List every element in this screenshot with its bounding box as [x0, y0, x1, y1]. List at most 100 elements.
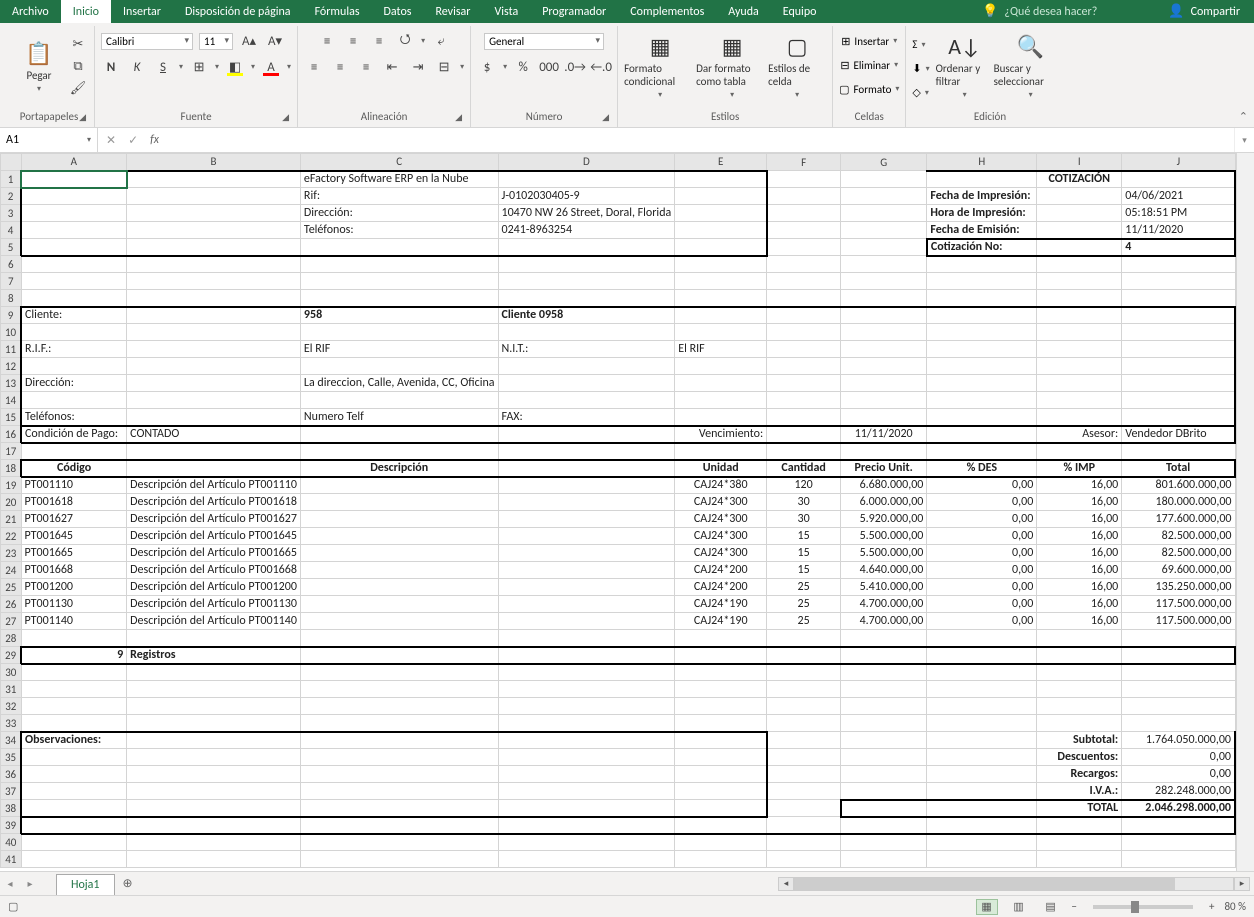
cell-C7[interactable] — [300, 273, 498, 290]
cell-D9[interactable]: Cliente 0958 — [498, 307, 675, 324]
cell-D30[interactable] — [498, 664, 675, 681]
sheet-nav-prev[interactable]: ▸ — [20, 872, 40, 895]
cell-B24[interactable]: Descripción del Artículo PT001668 — [127, 562, 301, 579]
row-header-33[interactable]: 33 — [1, 715, 22, 732]
row-header-28[interactable]: 28 — [1, 630, 22, 647]
cell-I28[interactable] — [1037, 630, 1122, 647]
dialog-launcher-icon[interactable]: ◢ — [602, 112, 609, 123]
cell-F26[interactable]: 25 — [767, 596, 841, 613]
cell-A17[interactable] — [21, 443, 127, 460]
cell-C12[interactable] — [300, 358, 498, 375]
cell-I20[interactable]: 16,00 — [1037, 494, 1122, 511]
cell-J21[interactable]: 177.600.000,00 — [1122, 511, 1235, 528]
cell-C5[interactable] — [300, 239, 498, 256]
cell-D5[interactable] — [498, 239, 675, 256]
fill-button[interactable]: ⬇▾ — [912, 58, 929, 80]
cell-J20[interactable]: 180.000.000,00 — [1122, 494, 1235, 511]
cell-B22[interactable]: Descripción del Artículo PT001645 — [127, 528, 301, 545]
cell-F22[interactable]: 15 — [767, 528, 841, 545]
cell-B34[interactable] — [127, 732, 301, 749]
cell-E24[interactable]: CAJ24*200 — [675, 562, 767, 579]
row-header-1[interactable]: 1 — [1, 171, 22, 188]
cell-C1[interactable]: eFactory Software ERP en la Nube — [300, 171, 498, 188]
cell-G28[interactable] — [841, 630, 927, 647]
cell-B6[interactable] — [127, 256, 301, 273]
cell-I40[interactable] — [1037, 834, 1122, 851]
cell-H18[interactable]: % DES — [927, 460, 1037, 477]
cell-A25[interactable]: PT001200 — [21, 579, 127, 596]
cell-J5[interactable]: 4 — [1122, 239, 1235, 256]
cell-G10[interactable] — [841, 324, 927, 341]
cell-H35[interactable] — [927, 749, 1037, 766]
cell-B9[interactable] — [127, 307, 301, 324]
cell-A7[interactable] — [21, 273, 127, 290]
row-header-29[interactable]: 29 — [1, 647, 22, 664]
row-header-25[interactable]: 25 — [1, 579, 22, 596]
cell-J29[interactable] — [1122, 647, 1235, 664]
cell-B35[interactable] — [127, 749, 301, 766]
menu-vista[interactable]: Vista — [482, 0, 530, 23]
cell-E11[interactable]: El RIF — [675, 341, 767, 358]
cell-J28[interactable] — [1122, 630, 1235, 647]
row-header-22[interactable]: 22 — [1, 528, 22, 545]
cell-B20[interactable]: Descripción del Artículo PT001618 — [127, 494, 301, 511]
cell-F27[interactable]: 25 — [767, 613, 841, 630]
cell-B40[interactable] — [127, 834, 301, 851]
format-painter-button[interactable]: 🖌 — [68, 79, 88, 99]
cell-E36[interactable] — [675, 766, 767, 783]
col-header-G[interactable]: G — [841, 154, 927, 171]
cell-C11[interactable]: El RIF — [300, 341, 498, 358]
row-header-34[interactable]: 34 — [1, 732, 22, 749]
col-header-H[interactable]: H — [927, 154, 1037, 171]
cell-E34[interactable] — [675, 732, 767, 749]
cell-B28[interactable] — [127, 630, 301, 647]
cell-B13[interactable] — [127, 375, 301, 392]
row-header-5[interactable]: 5 — [1, 239, 22, 256]
cell-A21[interactable]: PT001627 — [21, 511, 127, 528]
row-header-16[interactable]: 16 — [1, 426, 22, 443]
cell-C40[interactable] — [300, 834, 498, 851]
cell-G12[interactable] — [841, 358, 927, 375]
cell-A11[interactable]: R.I.F.: — [21, 341, 127, 358]
cell-H20[interactable]: 0,00 — [927, 494, 1037, 511]
cell-H25[interactable]: 0,00 — [927, 579, 1037, 596]
cell-A35[interactable] — [21, 749, 127, 766]
cell-G7[interactable] — [841, 273, 927, 290]
cell-A2[interactable] — [21, 188, 127, 205]
cell-A34[interactable]: Observaciones: — [21, 732, 127, 749]
cell-E1[interactable] — [675, 171, 767, 188]
cell-J8[interactable] — [1122, 290, 1235, 307]
cell-J40[interactable] — [1122, 834, 1235, 851]
cell-D19[interactable] — [498, 477, 675, 494]
page-break-view-button[interactable]: ▤ — [1040, 899, 1062, 915]
sheet-nav-first[interactable]: ◂ — [0, 872, 20, 895]
chevron-down-icon[interactable]: ▾ — [215, 62, 219, 72]
zoom-in-button[interactable]: + — [1209, 900, 1214, 913]
cell-B23[interactable]: Descripción del Artículo PT001665 — [127, 545, 301, 562]
cell-C37[interactable] — [300, 783, 498, 800]
cell-F36[interactable] — [767, 766, 841, 783]
cell-H11[interactable] — [927, 341, 1037, 358]
col-header-C[interactable]: C — [300, 154, 498, 171]
cell-B26[interactable]: Descripción del Artículo PT001130 — [127, 596, 301, 613]
cell-F41[interactable] — [767, 851, 841, 868]
cell-I29[interactable] — [1037, 647, 1122, 664]
cell-G17[interactable] — [841, 443, 927, 460]
cell-J30[interactable] — [1122, 664, 1235, 681]
cell-A14[interactable] — [21, 392, 127, 409]
cell-C8[interactable] — [300, 290, 498, 307]
cell-J33[interactable] — [1122, 715, 1235, 732]
cell-J14[interactable] — [1122, 392, 1235, 409]
cell-I5[interactable] — [1037, 239, 1122, 256]
cell-J13[interactable] — [1122, 375, 1235, 392]
cell-J19[interactable]: 801.600.000,00 — [1122, 477, 1235, 494]
font-color-button[interactable]: A — [261, 57, 281, 77]
cell-I37[interactable]: I.V.A.: — [1037, 783, 1122, 800]
cell-B21[interactable]: Descripción del Artículo PT001627 — [127, 511, 301, 528]
cell-G33[interactable] — [841, 715, 927, 732]
cell-G9[interactable] — [841, 307, 927, 324]
row-header-7[interactable]: 7 — [1, 273, 22, 290]
cell-C34[interactable] — [300, 732, 498, 749]
comma-format-button[interactable]: 000 — [539, 57, 559, 77]
cell-I19[interactable]: 16,00 — [1037, 477, 1122, 494]
